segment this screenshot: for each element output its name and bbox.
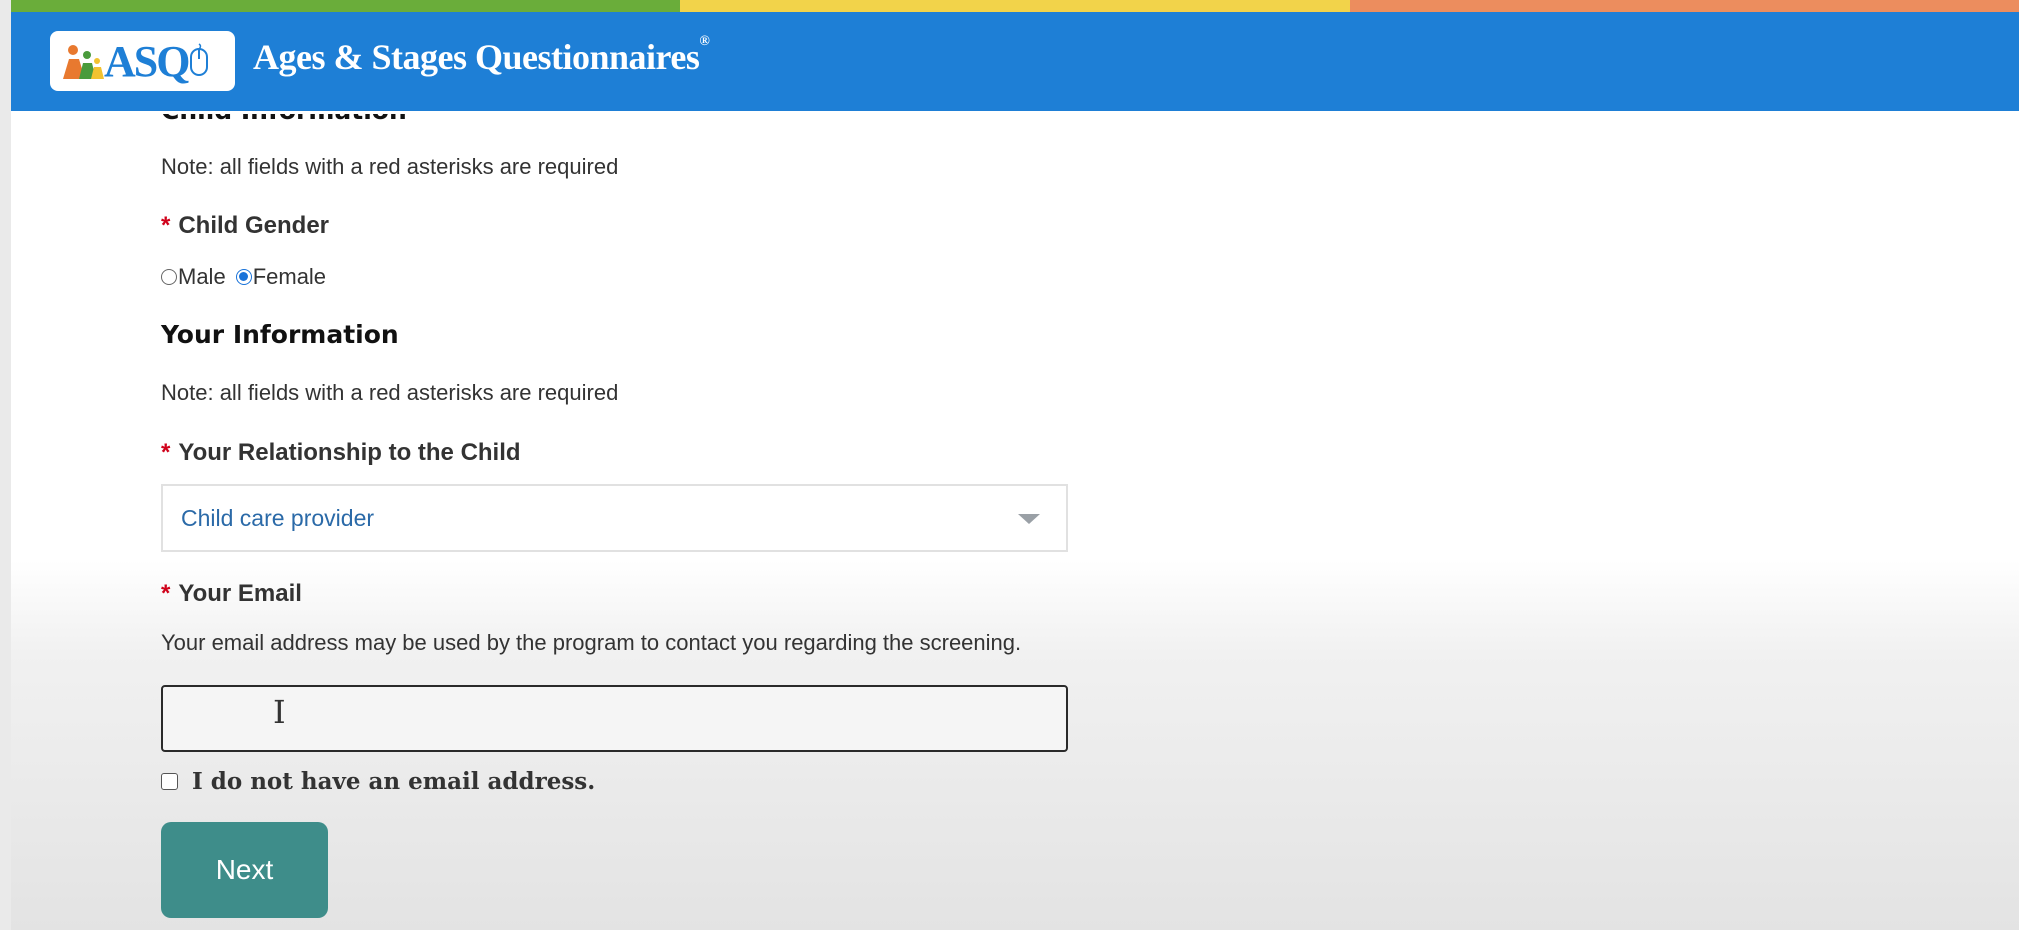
chevron-down-icon (1018, 514, 1040, 524)
child-gender-label-text: Child Gender (178, 212, 330, 239)
gender-male-radio[interactable] (161, 269, 177, 285)
mouse-hand-icon (190, 43, 209, 76)
registered-mark: ® (699, 34, 710, 49)
asq-logo[interactable]: ASQ (50, 31, 235, 91)
color-strip-green (11, 0, 681, 12)
relationship-label-text: Your Relationship to the Child (178, 439, 521, 466)
window-frame-edge (0, 0, 11, 930)
required-asterisk: * (161, 580, 171, 607)
relationship-select[interactable]: Child care provider (161, 484, 1068, 552)
no-email-row: I do not have an email address. (161, 768, 595, 795)
color-strip (11, 0, 2019, 12)
family-figures-icon (63, 45, 104, 79)
gender-male-label[interactable]: Male (178, 264, 226, 290)
your-info-heading: Your Information (161, 320, 399, 349)
relationship-label: * Your Relationship to the Child (161, 439, 521, 467)
relationship-select-value: Child care provider (181, 504, 375, 531)
email-input[interactable] (161, 685, 1068, 752)
no-email-label[interactable]: I do not have an email address. (192, 768, 595, 795)
email-label-text: Your Email (178, 580, 302, 607)
color-strip-orange (1349, 0, 2019, 12)
app-header: ASQ Ages & Stages Questionnaires® (11, 12, 2019, 111)
child-info-note: Note: all fields with a red asterisks ar… (161, 154, 619, 179)
color-strip-yellow (680, 0, 1350, 12)
your-info-note: Note: all fields with a red asterisks ar… (161, 380, 619, 405)
gender-female-label[interactable]: Female (253, 264, 326, 290)
next-button[interactable]: Next (161, 822, 328, 918)
logo-text: ASQ (104, 36, 190, 86)
child-gender-options: Male Female (161, 264, 326, 290)
required-asterisk: * (161, 212, 171, 239)
no-email-checkbox[interactable] (161, 773, 178, 790)
gender-female-radio[interactable] (235, 269, 252, 285)
required-asterisk: * (161, 439, 171, 466)
text-cursor-icon: I (273, 693, 286, 731)
child-gender-label: * Child Gender (161, 212, 329, 240)
app-title-text: Ages & Stages Questionnaires (253, 37, 700, 77)
email-help-text: Your email address may be used by the pr… (161, 630, 1022, 655)
email-label: * Your Email (161, 580, 302, 608)
app-title: Ages & Stages Questionnaires® (253, 34, 710, 78)
